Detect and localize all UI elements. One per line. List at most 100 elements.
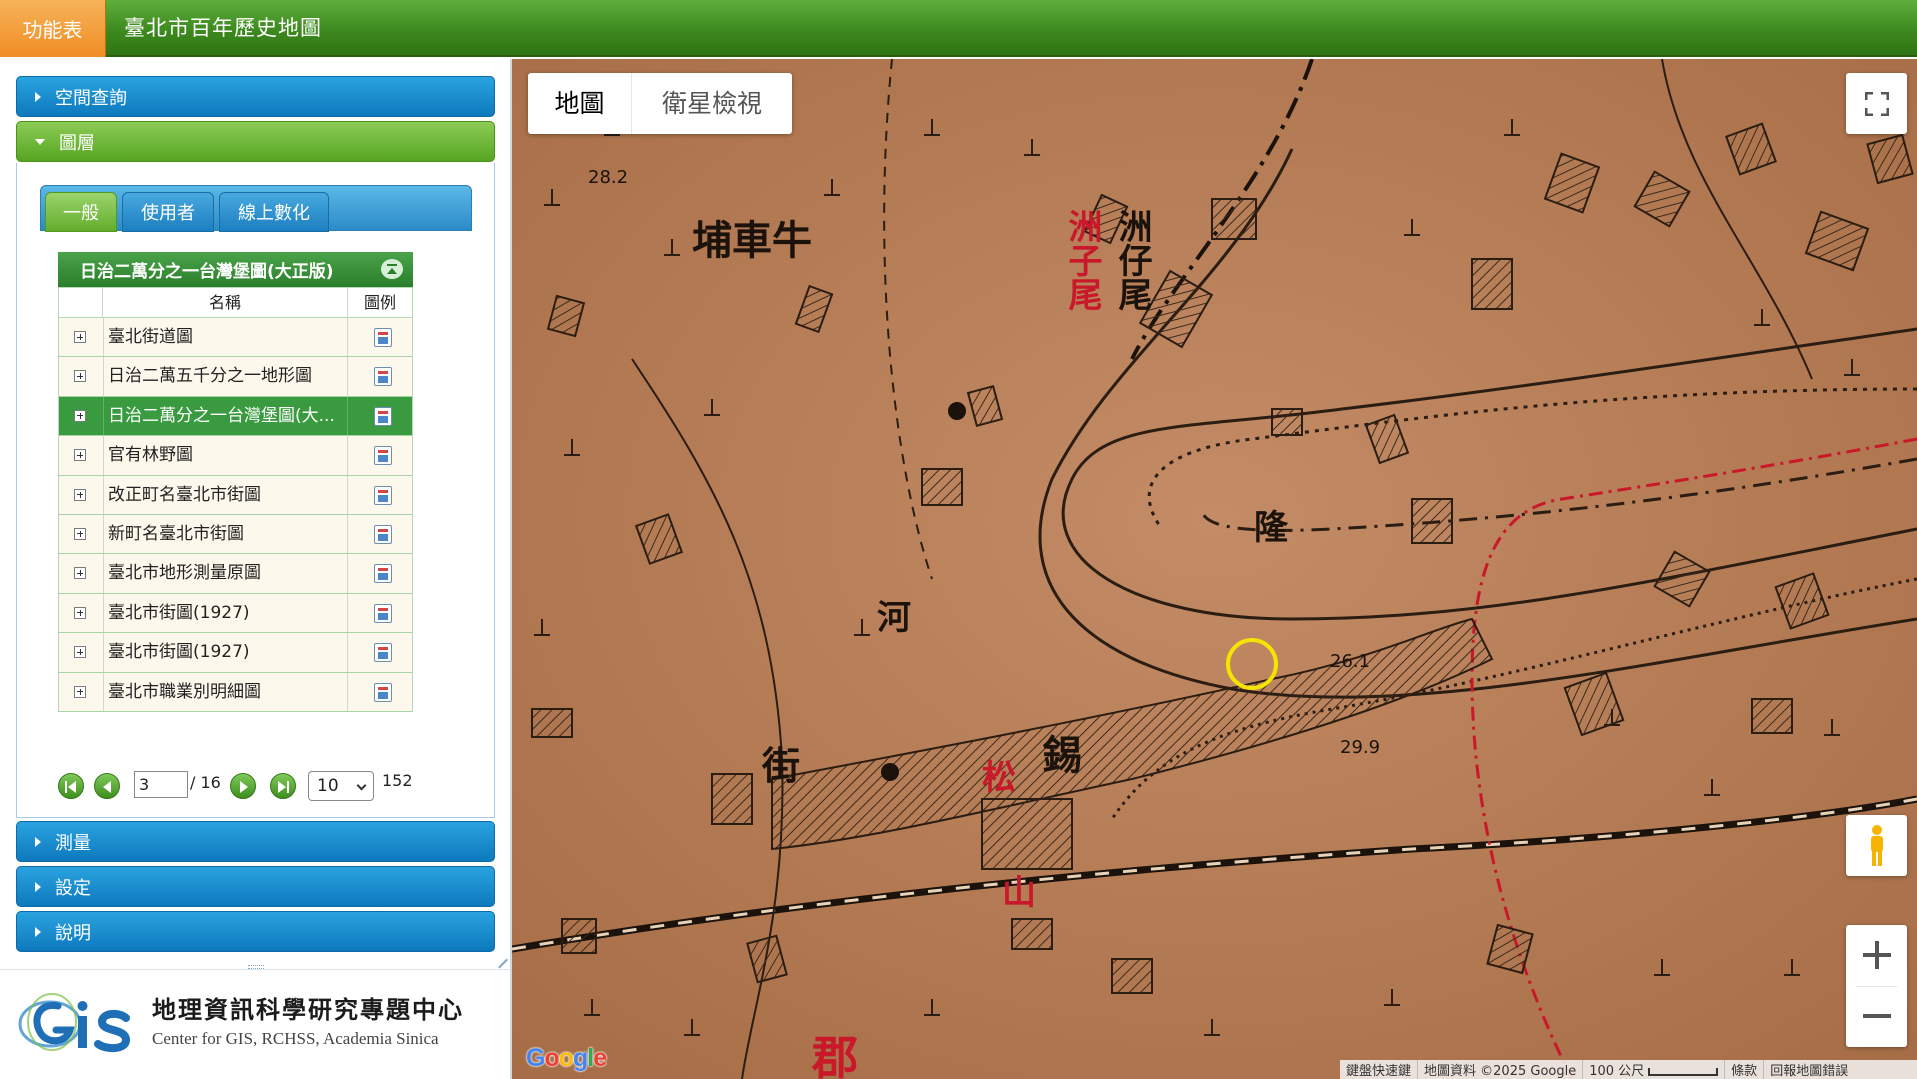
scale-label: 100 公尺 — [1589, 1064, 1645, 1079]
pager: 3 / 16 10 152 — [58, 768, 413, 801]
legend-icon[interactable] — [374, 328, 392, 347]
elevation-label: 29.9 — [1340, 737, 1380, 758]
chevron-right-icon — [35, 91, 41, 102]
map-attribution: 鍵盤快速鍵 地圖資料 ©2025 Google 100 公尺 條款 回報地圖錯誤 — [1340, 1060, 1917, 1079]
table-row[interactable]: 改正町名臺北市街圖 — [58, 475, 413, 515]
accordion-layers[interactable]: 圖層 — [16, 121, 495, 162]
zoom-control — [1846, 925, 1907, 1047]
page-size-select[interactable]: 10 — [308, 771, 374, 801]
accordion-measure[interactable]: 測量 — [16, 821, 495, 862]
app-title: 臺北市百年歷史地圖 — [124, 16, 322, 40]
pegman-icon — [1871, 825, 1883, 866]
layer-name: 臺北市地形測量原圖 — [103, 554, 348, 593]
legend-icon[interactable] — [374, 524, 392, 544]
table-row[interactable]: 臺北市街圖(1927) — [58, 633, 413, 673]
map-label: 隆 — [1254, 508, 1289, 548]
legend-icon[interactable] — [374, 682, 392, 702]
first-page-button[interactable] — [58, 773, 84, 799]
report-error-link[interactable]: 回報地圖錯誤 — [1764, 1060, 1854, 1079]
zoom-out-button[interactable] — [1846, 986, 1907, 1047]
scale-line — [1648, 1067, 1719, 1076]
accordion-label: 說明 — [55, 922, 91, 944]
accordion-help[interactable]: 說明 — [16, 911, 495, 952]
last-page-button[interactable] — [270, 773, 296, 799]
layer-name: 官有林野圖 — [103, 436, 348, 475]
street-view-button[interactable] — [1846, 815, 1907, 876]
fullscreen-button[interactable] — [1846, 73, 1907, 134]
page-size-value: 10 — [317, 776, 339, 796]
legend-icon[interactable] — [374, 564, 392, 584]
prev-page-button[interactable] — [94, 773, 120, 799]
scale-bar[interactable]: 100 公尺 — [1583, 1060, 1726, 1079]
expand-plus-icon[interactable] — [74, 685, 86, 698]
historical-map-image: 埔車牛 洲子尾 洲仔尾 河 隆 街 錫 松 山 郡 里 28.2 26.1 29… — [512, 59, 1917, 1079]
legend-icon[interactable] — [374, 485, 392, 505]
tab-user[interactable]: 使用者 — [122, 192, 214, 232]
header-name: 名稱 — [103, 288, 348, 317]
map-canvas[interactable]: 埔車牛 洲子尾 洲仔尾 河 隆 街 錫 松 山 郡 里 28.2 26.1 29… — [512, 59, 1917, 1079]
legend-icon[interactable] — [374, 603, 392, 623]
chevron-right-icon — [35, 881, 41, 892]
table-row[interactable]: 日治二萬五千分之一地形圖 — [58, 357, 413, 397]
table-row[interactable]: 官有林野圖 — [58, 436, 413, 476]
total-count: 152 — [382, 771, 413, 790]
legend-icon[interactable] — [374, 643, 392, 663]
expand-plus-icon[interactable] — [74, 527, 86, 540]
table-row[interactable]: 臺北街道圖 — [58, 318, 413, 358]
top-bar: 功能表 臺北市百年歷史地圖 — [0, 0, 1917, 57]
resize-grip-icon[interactable] — [496, 948, 508, 960]
expand-plus-icon[interactable] — [74, 331, 86, 343]
expand-plus-icon[interactable] — [74, 370, 86, 383]
map-type-map-button[interactable]: 地圖 — [528, 73, 632, 134]
tab-online-digitize[interactable]: 線上數化 — [219, 192, 329, 232]
table-row-selected[interactable]: 日治二萬分之一台灣堡圖(大... — [58, 396, 413, 437]
table-row[interactable]: 臺北市地形測量原圖 — [58, 554, 413, 594]
expand-plus-icon[interactable] — [74, 409, 86, 422]
collapse-up-icon[interactable] — [381, 259, 403, 279]
table-row[interactable]: 臺北市職業別明細圖 — [58, 672, 413, 712]
chevron-down-icon — [35, 138, 45, 145]
expand-plus-icon[interactable] — [74, 606, 86, 619]
zoom-in-button[interactable] — [1846, 925, 1907, 986]
gis-logo — [18, 993, 131, 1053]
accordion-settings[interactable]: 設定 — [16, 866, 495, 907]
next-page-button[interactable] — [230, 773, 256, 799]
google-logo[interactable]: Google — [526, 1044, 607, 1073]
legend-icon[interactable] — [374, 406, 392, 426]
page-number-input[interactable]: 3 — [134, 771, 188, 798]
table-row[interactable]: 新町名臺北市街圖 — [58, 514, 413, 555]
map-type-control: 地圖 衛星檢視 — [528, 73, 792, 134]
org-name-cn: 地理資訊科學研究專題中心 — [152, 995, 464, 1024]
expand-plus-icon[interactable] — [74, 646, 86, 659]
map-label: 河 — [877, 598, 911, 638]
menu-button[interactable]: 功能表 — [0, 0, 106, 57]
layer-tabs: 一般 使用者 線上數化 — [40, 185, 472, 232]
accordion-label: 設定 — [55, 877, 91, 899]
map-label: 山 — [1002, 873, 1036, 913]
chevron-down-icon — [356, 780, 367, 791]
expand-plus-icon[interactable] — [74, 488, 86, 501]
layer-name: 日治二萬五千分之一地形圖 — [103, 357, 348, 396]
table-row[interactable]: 臺北市街圖(1927) — [58, 593, 413, 634]
layer-rows: 臺北街道圖 日治二萬五千分之一地形圖 日治二萬分之一台灣堡圖(大... 官有林野… — [58, 318, 413, 712]
legend-icon[interactable] — [374, 446, 392, 466]
org-name-en: Center for GIS, RCHSS, Academia Sinica — [152, 1029, 439, 1048]
header-legend: 圖例 — [363, 293, 396, 312]
elevation-label: 26.1 — [1330, 651, 1370, 672]
keyboard-shortcuts-link[interactable]: 鍵盤快速鍵 — [1340, 1060, 1419, 1079]
expand-plus-icon[interactable] — [74, 567, 86, 580]
layer-name: 臺北市街圖(1927) — [103, 593, 348, 633]
accordion-spatial-query[interactable]: 空間查詢 — [16, 76, 495, 117]
chevron-right-icon — [35, 836, 41, 847]
layer-name: 新町名臺北市街圖 — [103, 514, 348, 554]
map-label: 錫 — [1042, 732, 1082, 779]
legend-icon[interactable] — [374, 367, 392, 387]
chevron-right-icon — [35, 926, 41, 937]
layer-name: 改正町名臺北市街圖 — [103, 475, 348, 514]
map-type-satellite-button[interactable]: 衛星檢視 — [632, 73, 792, 134]
plus-icon-vertical — [1875, 941, 1879, 969]
tab-general[interactable]: 一般 — [45, 192, 117, 232]
expand-plus-icon[interactable] — [74, 449, 86, 462]
layer-name: 日治二萬分之一台灣堡圖(大... — [103, 396, 348, 436]
terms-link[interactable]: 條款 — [1725, 1060, 1765, 1079]
